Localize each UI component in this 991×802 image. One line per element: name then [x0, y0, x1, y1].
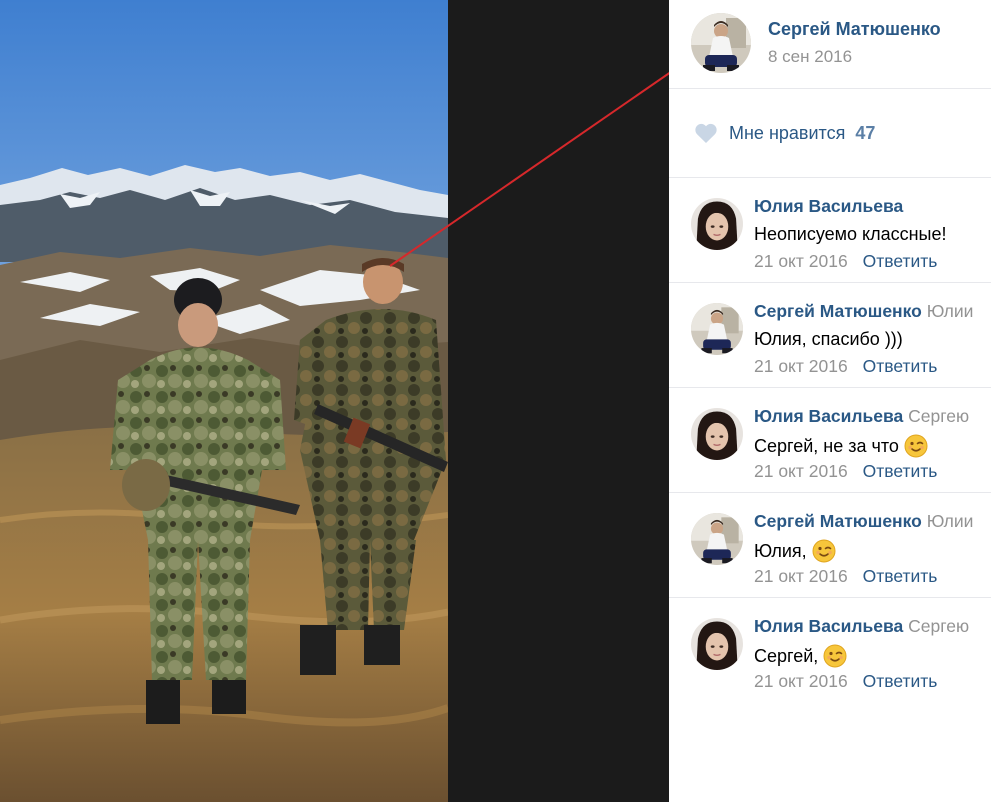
commenter-avatar[interactable] [691, 198, 743, 250]
photo-viewer [0, 0, 669, 802]
like-button[interactable]: Мне нравится 47 [694, 120, 875, 146]
commenter-avatar[interactable] [691, 513, 743, 565]
like-count[interactable]: 47 [855, 123, 875, 144]
comment-date[interactable]: 21 окт 2016 [754, 356, 848, 376]
comment-date[interactable]: 21 окт 2016 [754, 251, 848, 271]
comment-item: Юлия Васильева Сергею Сергей, не за что … [669, 388, 991, 493]
comment-text-content: Сергей, [754, 645, 819, 666]
comment-header: Юлия Васильева [754, 196, 903, 217]
comment-item: Юлия Васильева Неописуемо классные! 21 о… [669, 178, 991, 283]
reply-link[interactable]: Ответить [863, 566, 938, 586]
post-photo[interactable] [0, 0, 448, 802]
reply-to-link[interactable]: Юлии [927, 511, 974, 531]
author-avatar[interactable] [691, 13, 751, 73]
comment-item: Сергей Матюшенко Юлии Юлия, 21 окт 2016 … [669, 493, 991, 598]
comment-footer: 21 окт 2016 Ответить [754, 566, 937, 587]
comment-text: Сергей, не за что [754, 434, 928, 458]
heart-icon [695, 123, 717, 143]
comment-text: Сергей, [754, 644, 847, 668]
comment-text: Юлия, спасибо ))) [754, 329, 903, 350]
like-label: Мне нравится [729, 122, 846, 143]
comment-footer: 21 окт 2016 Ответить [754, 251, 937, 272]
comment-header: Юлия Васильева Сергею [754, 616, 969, 637]
comment-date[interactable]: 21 окт 2016 [754, 461, 848, 481]
comment-item: Юлия Васильева Сергею Сергей, 21 окт 201… [669, 598, 991, 702]
comment-date[interactable]: 21 окт 2016 [754, 566, 848, 586]
comment-header: Юлия Васильева Сергею [754, 406, 969, 427]
comment-author-link[interactable]: Юлия Васильева [754, 196, 903, 216]
reply-to-link[interactable]: Сергею [908, 616, 969, 636]
reply-link[interactable]: Ответить [863, 251, 938, 271]
post-panel: Сергей Матюшенко 8 сен 2016 Мне нравится… [669, 0, 991, 802]
comment-footer: 21 окт 2016 Ответить [754, 461, 937, 482]
reply-link[interactable]: Ответить [863, 356, 938, 376]
comment-author-link[interactable]: Юлия Васильева [754, 616, 903, 636]
commenter-avatar[interactable] [691, 303, 743, 355]
wink-emoji-icon [823, 644, 847, 668]
commenter-avatar[interactable] [691, 618, 743, 670]
reply-link[interactable]: Ответить [863, 671, 938, 691]
reply-to-link[interactable]: Юлии [927, 301, 974, 321]
comment-header: Сергей Матюшенко Юлии [754, 511, 973, 532]
post-author-block: Сергей Матюшенко 8 сен 2016 [669, 0, 991, 89]
comment-text-content: Неописуемо классные! [754, 224, 947, 244]
post-date[interactable]: 8 сен 2016 [768, 47, 852, 67]
comment-footer: 21 окт 2016 Ответить [754, 671, 937, 692]
comment-date[interactable]: 21 окт 2016 [754, 671, 848, 691]
wink-emoji-icon [812, 539, 836, 563]
comment-text-content: Юлия, спасибо ))) [754, 329, 903, 349]
wink-emoji-icon [904, 434, 928, 458]
comment-header: Сергей Матюшенко Юлии [754, 301, 973, 322]
comment-text: Юлия, [754, 539, 836, 563]
comment-footer: 21 окт 2016 Ответить [754, 356, 937, 377]
commenter-avatar[interactable] [691, 408, 743, 460]
author-name-link[interactable]: Сергей Матюшенко [768, 19, 941, 40]
comment-item: Сергей Матюшенко Юлии Юлия, спасибо ))) … [669, 283, 991, 388]
comment-text: Неописуемо классные! [754, 224, 947, 245]
reply-link[interactable]: Ответить [863, 461, 938, 481]
comment-author-link[interactable]: Юлия Васильева [754, 406, 903, 426]
comment-author-link[interactable]: Сергей Матюшенко [754, 511, 922, 531]
comment-text-content: Юлия, [754, 540, 807, 561]
comment-text-content: Сергей, не за что [754, 435, 899, 456]
reply-to-link[interactable]: Сергею [908, 406, 969, 426]
comments-list: Юлия Васильева Неописуемо классные! 21 о… [669, 178, 991, 702]
comment-author-link[interactable]: Сергей Матюшенко [754, 301, 922, 321]
